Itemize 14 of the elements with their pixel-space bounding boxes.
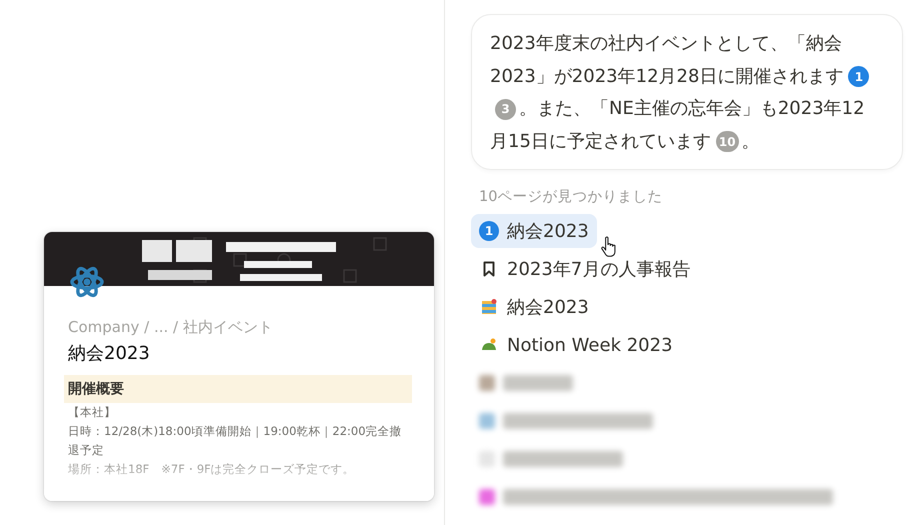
text-line: 日時：12/28(木)18:00頃準備開始｜19:00乾杯｜22:00完全撤退予定 xyxy=(68,423,403,459)
result-item[interactable]: 2023年7月の人事報告 xyxy=(471,252,698,286)
page-title: 納会2023 xyxy=(68,342,150,365)
result-item[interactable]: Notion Week 2023 xyxy=(471,328,681,362)
results-count: 10ページが見つかりました xyxy=(479,188,662,206)
breadcrumb: Company / ... / 社内イベント xyxy=(68,318,273,337)
text-line: 【本社】 xyxy=(68,404,117,421)
callout-heading: 開催概要 xyxy=(64,375,412,403)
citation-badge[interactable]: 1 xyxy=(848,66,870,87)
answer-text: 2023年度末の社内イベントとして、「納会2023」が2023年12月28日に開催されます 1 3 。また、「NE主催の忘年会」も2023年12月15日に予定されています 10 。 xyxy=(471,14,903,170)
result-item[interactable]: 納会2023 xyxy=(471,290,597,324)
citation-badge: 1 xyxy=(479,221,499,241)
text-line: 場所：本社18F ※7F・9Fは完全クローズ予定です。 xyxy=(68,461,356,478)
result-item[interactable]: 1 納会2023 xyxy=(471,214,597,248)
